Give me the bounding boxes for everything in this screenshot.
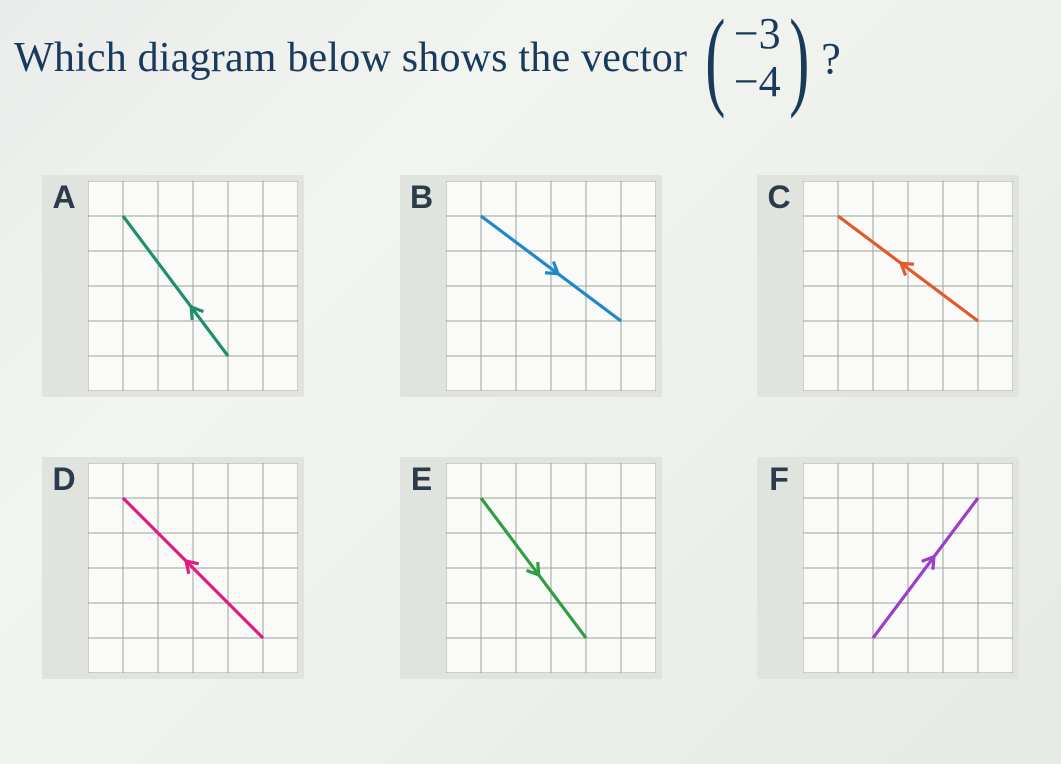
panel-grid [88, 181, 298, 391]
panel-label: F [757, 457, 801, 501]
diagram-grid: A B C D E F [42, 175, 1019, 764]
panel-label: D [42, 457, 86, 501]
vector-y: −4 [734, 58, 781, 106]
panel-e[interactable]: E [400, 457, 662, 679]
diagram-row: A B C [42, 175, 1019, 397]
left-paren-icon: ( [705, 20, 725, 97]
panel-label: B [400, 175, 444, 219]
panel-grid [446, 181, 656, 391]
question-text: Which diagram below shows the vector [14, 34, 687, 82]
panel-a[interactable]: A [42, 175, 304, 397]
panel-label: A [42, 175, 86, 219]
diagram-row: D E F [42, 457, 1019, 679]
panel-grid [803, 463, 1013, 673]
vector-x: −3 [734, 10, 781, 58]
right-paren-icon: ) [789, 20, 809, 97]
panel-d[interactable]: D [42, 457, 304, 679]
panel-grid [803, 181, 1013, 391]
panel-label: C [757, 175, 801, 219]
panel-label: E [400, 457, 444, 501]
panel-grid [446, 463, 656, 673]
panel-f[interactable]: F [757, 457, 1019, 679]
column-vector: ( −3 −4 ) [697, 10, 817, 107]
panel-c[interactable]: C [757, 175, 1019, 397]
panel-grid [88, 463, 298, 673]
question-mark: ? [821, 33, 841, 84]
question-row: Which diagram below shows the vector ( −… [14, 10, 1053, 107]
panel-b[interactable]: B [400, 175, 662, 397]
